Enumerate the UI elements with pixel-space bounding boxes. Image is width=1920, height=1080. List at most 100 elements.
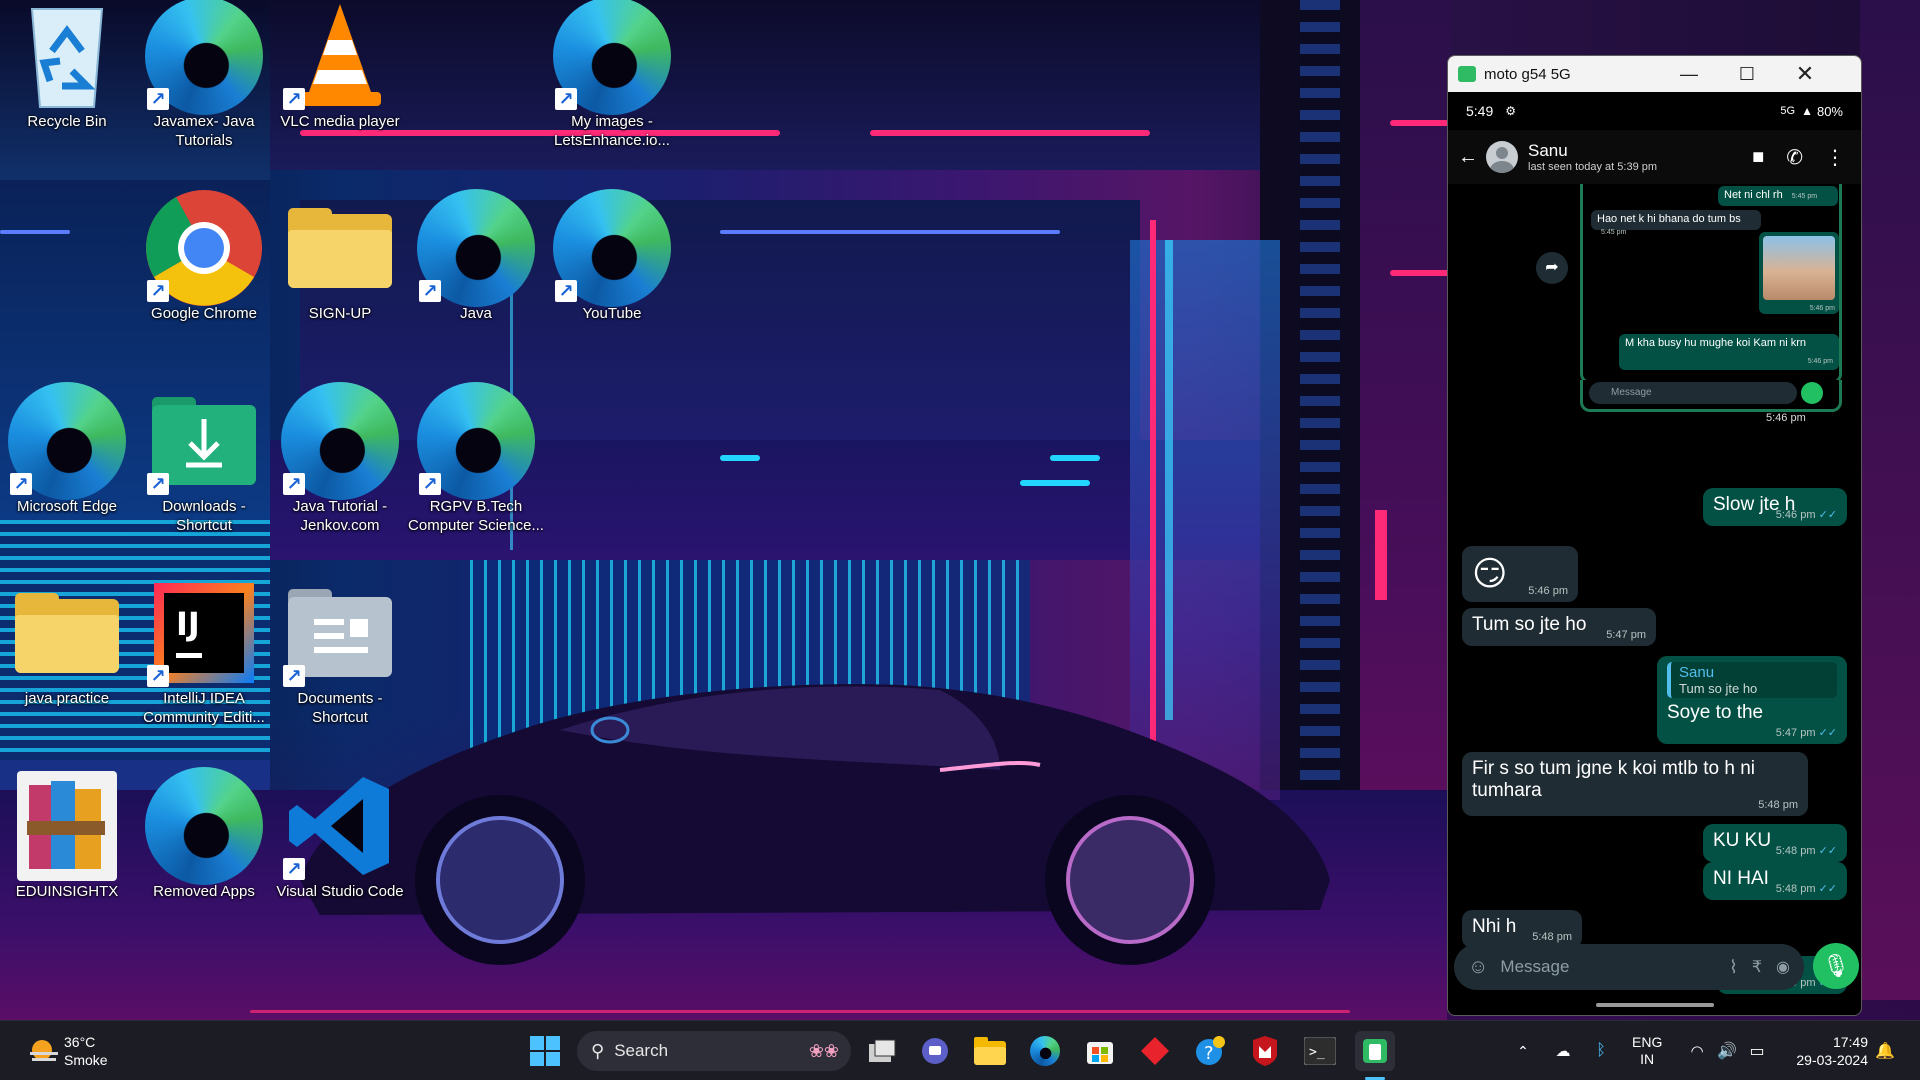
received-message[interactable]: Tum so jte ho 5:47 pm (1462, 608, 1656, 646)
phone-status-bar: 5:49 ⚙ 5G ▲ 80% (1448, 92, 1861, 130)
show-hidden-icons-chevron-icon[interactable]: ⌃ (1512, 1021, 1534, 1080)
desktop-icon-visual-studio-code[interactable]: ↗ Visual Studio Code (276, 770, 404, 920)
car-illustration (300, 684, 1330, 965)
message-text: NI HAI (1713, 868, 1769, 889)
quoted-reply[interactable]: Sanu Tum so jte ho (1667, 662, 1837, 698)
received-message[interactable]: 😏 5:46 pm (1462, 546, 1578, 602)
contact-avatar[interactable] (1486, 141, 1518, 173)
notification-bell-icon[interactable]: 🔔 (1872, 1021, 1898, 1080)
bluetooth-icon[interactable]: ᛒ (1590, 1021, 1612, 1080)
message-input[interactable]: Message (1500, 957, 1569, 977)
chat-messages[interactable]: Net ni chl rh 5:45 pm Hao net k hi bhana… (1448, 184, 1861, 994)
volume-icon[interactable]: 🔊 (1714, 1021, 1740, 1080)
settings-status-icon: ⚙ (1505, 104, 1517, 118)
shortcut-arrow-icon: ↗ (555, 88, 577, 110)
attach-icon[interactable]: ⌇ (1729, 957, 1738, 978)
sent-message[interactable]: Slow jte h 5:46 pm ✓✓ (1703, 488, 1847, 526)
desktop-icon-rgpv-b-tech-computer-science[interactable]: ↗ RGPV B.Tech Computer Science... (408, 382, 544, 535)
desktop-icon-my-images-letsenhance-io[interactable]: ↗ My images - LetsEnhance.io... (549, 0, 675, 150)
desktop-icon-label: VLC media player (280, 113, 400, 130)
shortcut-arrow-icon: ↗ (147, 88, 169, 110)
weather-desc: Smoke (64, 1052, 108, 1068)
phone-link-taskbar-icon[interactable] (1355, 1031, 1395, 1071)
desktop-icon-label: Java Tutorial - Jenkov.com (292, 498, 388, 534)
red-diamond-app-icon[interactable] (1135, 1031, 1175, 1071)
desktop-icon-label: Visual Studio Code (276, 883, 404, 900)
received-message[interactable]: Nhi h 5:48 pm (1462, 910, 1582, 948)
message-composer[interactable]: ☺ Message ⌇ ₹ ◉ (1454, 944, 1804, 990)
emoji-icon[interactable]: ☺ (1468, 956, 1488, 979)
edge-taskbar-icon[interactable] (1025, 1031, 1065, 1071)
camera-icon[interactable]: ◉ (1776, 957, 1790, 977)
cloud-icon[interactable]: ☁ (1550, 1021, 1576, 1080)
desktop-icon-java[interactable]: ↗ Java (413, 189, 539, 342)
sent-message[interactable]: NI HAI 5:48 pm ✓✓ (1703, 862, 1847, 900)
wifi-icon[interactable]: ◠ (1684, 1021, 1710, 1080)
mcafee-icon[interactable] (1245, 1031, 1285, 1071)
weather-widget[interactable]: 36°C Smoke (64, 1021, 108, 1080)
message-time: 5:46 pm ✓✓ (1775, 509, 1837, 521)
battery-level: 80% (1816, 103, 1843, 119)
window-titlebar[interactable]: moto g54 5G — ☐ ✕ (1448, 56, 1861, 92)
weather-icon[interactable] (18, 1021, 68, 1080)
task-view-button[interactable] (862, 1031, 902, 1071)
ms-store-icon[interactable] (1080, 1031, 1120, 1071)
teams-chat-icon[interactable] (915, 1031, 955, 1071)
terminal-icon[interactable]: >_ (1300, 1031, 1340, 1071)
desktop-icon-java-tutorial-jenkov-com[interactable]: ↗ Java Tutorial - Jenkov.com (277, 382, 403, 535)
read-ticks-icon: ✓✓ (1818, 883, 1837, 895)
desktop-icon-intellij-idea-community-editi[interactable]: IJ ↗ IntelliJ IDEA Community Editi... (141, 577, 267, 727)
battery-icon[interactable]: ▭ (1744, 1021, 1770, 1080)
taskbar-search[interactable]: ⚲ Search ❀❀ (577, 1031, 851, 1071)
forward-icon[interactable]: ➦ (1536, 252, 1568, 284)
baby-photo (1763, 236, 1835, 300)
language-indicator[interactable]: ENG IN (1632, 1021, 1662, 1080)
start-button[interactable] (525, 1031, 565, 1071)
desktop-icon-javamex-java-tutorials[interactable]: ↗ Javamex- Java Tutorials (141, 0, 267, 150)
folder-icon (288, 208, 392, 288)
winrar-icon (17, 771, 117, 881)
desktop-icon-sign-up[interactable]: SIGN-UP (277, 192, 403, 342)
message-text: 😏 (1472, 555, 1508, 593)
desktop-icon-microsoft-edge[interactable]: ↗ Microsoft Edge (4, 382, 130, 535)
mic-button[interactable]: 🎙 (1813, 943, 1859, 989)
sent-message[interactable]: Sanu Tum so jte ho Soye to the 5:47 pm ✓✓ (1657, 656, 1847, 744)
read-ticks-icon: ✓✓ (1818, 727, 1837, 739)
clock[interactable]: 17:49 29-03-2024 (1782, 1021, 1868, 1080)
desktop-icon-recycle-bin[interactable]: Recycle Bin (4, 0, 130, 150)
desktop-icon-google-chrome[interactable]: ↗ Google Chrome (141, 190, 267, 342)
rupee-icon[interactable]: ₹ (1752, 957, 1762, 977)
last-seen: last seen today at 5:39 pm (1528, 161, 1658, 173)
window-title: moto g54 5G (1484, 65, 1571, 83)
desktop-icon-label: java practice (24, 690, 110, 707)
desktop-icon-vlc-media-player[interactable]: ↗ VLC media player (277, 0, 403, 150)
more-options-icon[interactable]: ⋮ (1825, 145, 1845, 170)
close-button[interactable]: ✕ (1776, 56, 1834, 92)
desktop-icon-removed-apps[interactable]: Removed Apps (141, 767, 267, 920)
phone-call-icon[interactable]: ✆ (1786, 145, 1803, 170)
documents-folder-icon (288, 589, 392, 677)
received-message[interactable]: Fir s so tum jgne k koi mtlb to h ni tum… (1462, 752, 1808, 816)
contact-name[interactable]: Sanu (1528, 141, 1657, 161)
desktop-icon-label: IntelliJ IDEA Community Editi... (143, 690, 265, 726)
desktop-icon-downloads-shortcut[interactable]: ↗ Downloads - Shortcut (141, 385, 267, 535)
shortcut-arrow-icon: ↗ (283, 473, 305, 495)
shortcut-arrow-icon: ↗ (283, 88, 305, 110)
desktop-icon-eduinsightx[interactable]: EDUINSIGHTX (4, 770, 130, 920)
screenshot-image-message[interactable]: Net ni chl rh 5:45 pm Hao net k hi bhana… (1580, 184, 1842, 384)
shortcut-arrow-icon: ↗ (419, 473, 441, 495)
desktop-icon-java-practice[interactable]: java practice (4, 577, 130, 727)
sent-message[interactable]: KU KU 5:48 pm ✓✓ (1703, 824, 1847, 862)
maximize-button[interactable]: ☐ (1718, 56, 1776, 92)
phone-link-window[interactable]: moto g54 5G — ☐ ✕ 5:49 ⚙ 5G ▲ 80% ← Sanu… (1447, 55, 1862, 1016)
video-call-icon[interactable]: ■ (1752, 146, 1764, 169)
mini-image-message: 5:46 pm (1759, 232, 1839, 314)
file-explorer-icon[interactable] (970, 1031, 1010, 1071)
desktop-icon-documents-shortcut[interactable]: ↗ Documents - Shortcut (277, 577, 403, 727)
minimize-button[interactable]: — (1660, 56, 1718, 92)
desktop-icon-label: Documents - Shortcut (297, 690, 383, 726)
help-icon[interactable]: ? (1190, 1031, 1230, 1071)
desktop-icon-youtube[interactable]: ↗ YouTube (549, 189, 675, 342)
phone-clock: 5:49 (1466, 103, 1494, 119)
back-arrow-icon[interactable]: ← (1458, 146, 1478, 169)
